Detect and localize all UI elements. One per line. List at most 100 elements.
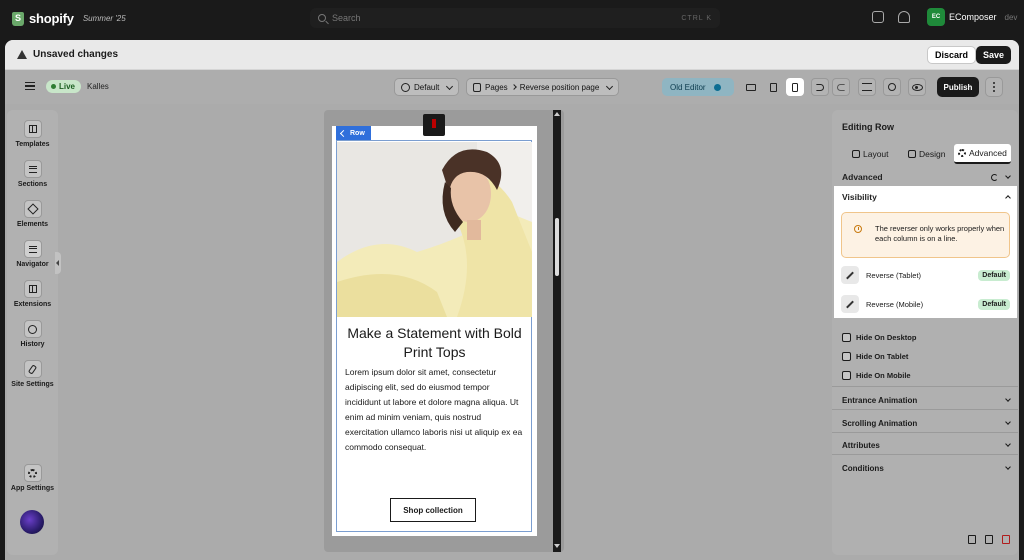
search-input[interactable]: Search CTRL K: [310, 8, 720, 28]
section-label: Scrolling Animation: [842, 418, 918, 428]
chevron-down-icon[interactable]: [1005, 172, 1011, 179]
advanced-label: Advanced: [842, 172, 883, 182]
preview-button[interactable]: [908, 78, 926, 96]
reverser-notice: The reverser only works properly when ea…: [841, 212, 1010, 258]
pencil-icon: [846, 271, 854, 279]
scroll-up-icon[interactable]: [554, 112, 560, 116]
checkbox[interactable]: [842, 332, 851, 342]
copy-icon[interactable]: [968, 535, 976, 544]
checkbox[interactable]: [842, 370, 851, 380]
user-menu[interactable]: EC EComposer dev: [927, 8, 1017, 26]
grid-icon: [28, 125, 37, 133]
redo-button[interactable]: [832, 78, 850, 96]
save-button[interactable]: Save: [976, 46, 1012, 64]
sidebar-item-label: Extensions: [13, 301, 52, 308]
pencil-icon: [846, 300, 854, 308]
reset-icon[interactable]: [991, 173, 998, 181]
gear-icon: [958, 149, 966, 157]
menu-icon[interactable]: [25, 82, 35, 90]
dot-icon: [993, 82, 995, 84]
duplicate-icon[interactable]: [985, 535, 993, 544]
store-icon[interactable]: [872, 11, 884, 23]
warning-icon: [17, 50, 27, 59]
old-editor-toggle[interactable]: Old Editor: [662, 78, 734, 96]
divider: [832, 432, 1018, 433]
brush-icon: [27, 363, 38, 375]
chevron-right-icon: [510, 84, 517, 90]
tablet-view-button[interactable]: [764, 78, 782, 96]
drag-handle[interactable]: [423, 114, 445, 136]
reverse-tablet-row[interactable]: Reverse (Tablet) Default: [841, 264, 1010, 286]
hero-image[interactable]: [337, 142, 532, 317]
edit-button[interactable]: [841, 266, 859, 284]
undo-button[interactable]: [811, 78, 829, 96]
hide-on-desktop-checkbox[interactable]: Hide On Desktop: [842, 331, 916, 343]
trash-icon[interactable]: [1002, 535, 1010, 544]
reverse-mobile-label: Reverse (Mobile): [866, 299, 924, 309]
sidebar-item-app-settings[interactable]: App Settings: [7, 464, 58, 492]
dot-icon: [993, 90, 995, 92]
publish-button[interactable]: Publish: [937, 77, 979, 97]
status-badge: Default: [978, 298, 1010, 310]
row-tag-label: Row: [350, 129, 365, 137]
edit-button[interactable]: [841, 295, 859, 313]
dot-icon: [993, 86, 995, 88]
shopify-logo[interactable]: shopify Summer '25: [12, 11, 126, 26]
bell-icon[interactable]: [898, 11, 910, 23]
sections-icon: [28, 165, 37, 173]
hero-heading[interactable]: Make a Statement with Bold Print Tops: [342, 324, 527, 362]
page-dropdown[interactable]: Pages Reverse position page: [466, 78, 620, 96]
sidebar-item-history[interactable]: History: [7, 320, 58, 348]
theme-dropdown[interactable]: Default: [394, 78, 460, 96]
preview-canvas[interactable]: Row Make a Statement with Bold Print Top…: [332, 126, 537, 536]
sidebar-item-templates[interactable]: Templates: [7, 120, 58, 148]
discard-button[interactable]: Discard: [927, 46, 977, 64]
theme-label: Default: [414, 82, 440, 92]
desktop-view-button[interactable]: [742, 78, 760, 96]
section-scrolling-animation[interactable]: Scrolling Animation: [842, 417, 1011, 429]
section-conditions[interactable]: Conditions: [842, 462, 1011, 474]
shop-collection-button[interactable]: Shop collection: [390, 498, 476, 522]
hero-body-text[interactable]: Lorem ipsum dolor sit amet, consectetur …: [345, 365, 525, 455]
more-options-button[interactable]: [985, 77, 1003, 97]
arrow-up-icon: [339, 129, 348, 137]
settings-panel: Editing Row Layout Design Advanced Advan…: [832, 110, 1018, 555]
clock-icon: [28, 324, 37, 334]
checkbox[interactable]: [842, 351, 851, 361]
search-shortcut: CTRL K: [681, 14, 712, 22]
sidebar-item-elements[interactable]: Elements: [7, 200, 58, 228]
pages-label: Pages: [485, 82, 508, 92]
sidebar-item-label: Templates: [15, 141, 50, 148]
divider: [832, 386, 1018, 387]
sidebar-item-navigator[interactable]: Navigator: [7, 240, 58, 268]
store-name: Kalles: [87, 82, 109, 91]
scroll-down-icon[interactable]: [554, 544, 560, 548]
advanced-header[interactable]: Advanced: [842, 170, 1011, 184]
tab-design[interactable]: Design: [908, 144, 945, 164]
hide-on-tablet-checkbox[interactable]: Hide On Tablet: [842, 350, 908, 362]
scrollbar-thumb[interactable]: [555, 218, 559, 276]
section-label: Entrance Animation: [842, 395, 918, 405]
sidebar-item-label: Sections: [17, 181, 48, 188]
section-entrance-animation[interactable]: Entrance Animation: [842, 394, 1011, 406]
mobile-view-button[interactable]: [786, 78, 804, 96]
avatar[interactable]: [20, 510, 44, 534]
canvas-scrollbar[interactable]: [553, 110, 561, 552]
sidebar-item-site-settings[interactable]: Site Settings: [7, 360, 58, 388]
visibility-header[interactable]: Visibility: [842, 190, 1011, 204]
sidebar-item-sections[interactable]: Sections: [7, 160, 58, 188]
inspect-button[interactable]: [883, 78, 901, 96]
sidebar-item-extensions[interactable]: Extensions: [7, 280, 58, 308]
section-attributes[interactable]: Attributes: [842, 439, 1011, 451]
tab-advanced[interactable]: Advanced: [954, 144, 1011, 164]
reverse-tablet-label: Reverse (Tablet): [866, 270, 922, 280]
shopify-topbar: shopify Summer '25 Search CTRL K EC ECom…: [0, 0, 1024, 38]
status-badge: Default: [978, 269, 1010, 281]
settings-sliders-button[interactable]: [858, 78, 876, 96]
reverse-mobile-row[interactable]: Reverse (Mobile) Default: [841, 293, 1010, 315]
hide-on-mobile-checkbox[interactable]: Hide On Mobile: [842, 369, 911, 381]
list-icon: [28, 245, 37, 253]
tab-layout[interactable]: Layout: [852, 144, 889, 164]
collapse-sidebar-handle[interactable]: [55, 252, 61, 274]
row-tag[interactable]: Row: [336, 126, 371, 140]
